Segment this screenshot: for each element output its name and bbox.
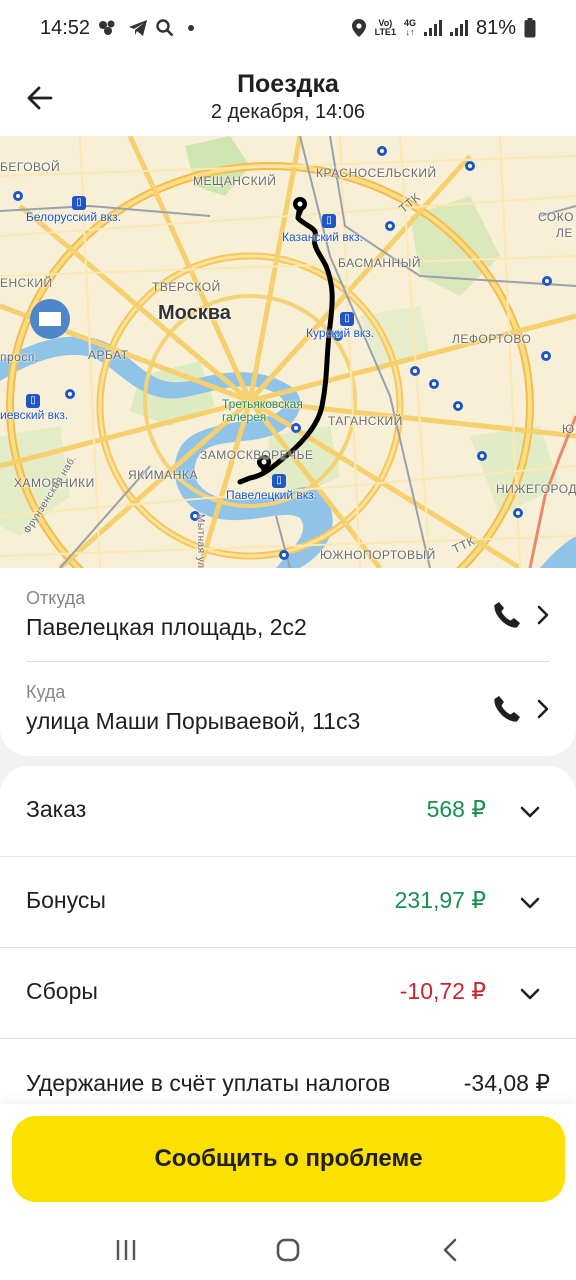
map-label-presnensky: ЕНСКИЙ bbox=[0, 276, 53, 290]
dropoff-address: улица Маши Порываевой, 11с3 bbox=[26, 708, 361, 734]
map-label-tretyakov: Третьяковская галерея bbox=[222, 397, 303, 424]
home-button[interactable] bbox=[268, 1230, 308, 1270]
status-time: 14:52 bbox=[40, 16, 91, 39]
dropoff-label: Куда bbox=[26, 682, 66, 702]
recent-apps-button[interactable] bbox=[106, 1230, 146, 1270]
payment-row-order[interactable]: Заказ 568 ₽ bbox=[0, 766, 576, 857]
payment-row-fees[interactable]: Сборы -10,72 ₽ bbox=[0, 948, 576, 1039]
chevron-right-icon bbox=[537, 605, 549, 625]
map-label-kievsky: иевский вкз. bbox=[0, 408, 69, 422]
chevron-down-icon bbox=[520, 897, 540, 909]
more-notifications-dot bbox=[188, 25, 195, 31]
payment-label: Бонусы bbox=[26, 887, 106, 913]
system-back-button[interactable] bbox=[430, 1230, 470, 1270]
map-label-city: Москва bbox=[158, 302, 231, 324]
map-label-meshchansky: МЕЩАНСКИЙ bbox=[193, 174, 277, 188]
map-label-nizhegorod: НИЖЕГОРОД bbox=[496, 482, 576, 496]
report-problem-button[interactable]: Сообщить о проблеме bbox=[12, 1116, 565, 1202]
back-chevron-icon bbox=[443, 1238, 457, 1262]
battery-icon bbox=[524, 18, 536, 38]
phone-icon bbox=[494, 696, 520, 722]
map-label-basmanny: БАСМАННЫЙ bbox=[338, 256, 421, 270]
map-label-lefort2: ЛЕ bbox=[556, 226, 573, 240]
dropoff-chevron[interactable] bbox=[532, 695, 554, 723]
trip-datetime: 2 декабря, 14:06 bbox=[210, 101, 366, 123]
trip-map[interactable]: МЕЩАНСКИЙ КРАСНОСЕЛЬСКИЙ БЕГОВОЙ ▯ Белор… bbox=[0, 136, 576, 568]
status-bar: 14:52 Vo) LTE1 4G ↓↑ 81% bbox=[0, 0, 576, 56]
chevron-down-icon bbox=[520, 806, 540, 818]
map-label-belorussky: Белорусский вкз. bbox=[26, 210, 121, 224]
pickup-label: Откуда bbox=[26, 588, 86, 608]
map-label-yuzhnoportovy: ЮЖНОПОРТОВЫЙ bbox=[320, 548, 436, 562]
data-indicator: 4G ↓↑ bbox=[403, 18, 416, 37]
recent-apps-icon bbox=[116, 1240, 136, 1260]
map-label-arbat: АРБАТ bbox=[88, 348, 129, 362]
chevron-right-icon bbox=[537, 699, 549, 719]
tax-amount: -34,08 ₽ bbox=[463, 1070, 550, 1096]
battery-percent: 81% bbox=[475, 16, 516, 39]
signal-1-icon bbox=[423, 20, 442, 36]
app-notification-icon bbox=[99, 20, 115, 35]
chevron-down-icon bbox=[520, 988, 540, 1000]
map-label-kazansky: Казанский вкз. bbox=[282, 230, 363, 244]
map-label-kursky: Курский вкз. bbox=[306, 326, 375, 340]
metro-icon: ▯ bbox=[72, 196, 86, 210]
header: Поездка 2 декабря, 14:06 bbox=[0, 56, 576, 136]
divider bbox=[0, 1038, 576, 1039]
payment-label: Сборы bbox=[26, 978, 98, 1004]
location-icon bbox=[351, 19, 366, 37]
map-label-yu: Ю bbox=[562, 422, 575, 436]
expand-button[interactable] bbox=[518, 892, 542, 914]
metro-icon: ▯ bbox=[272, 474, 286, 488]
telegram-icon bbox=[129, 20, 148, 36]
phone-icon bbox=[494, 602, 520, 628]
payment-label: Заказ bbox=[26, 796, 87, 822]
metro-icon: ▯ bbox=[340, 312, 354, 326]
map-label-lefortovo: ЛЕФОРТОВО bbox=[452, 332, 532, 346]
map-label-mytnaya: Мытная ул. bbox=[195, 514, 206, 568]
map-label-zamoskvorechye: ЗАМОСКВОРЕЧЬЕ bbox=[200, 448, 314, 462]
call-dropoff-button[interactable] bbox=[490, 692, 524, 726]
map-label-begovoy: БЕГОВОЙ bbox=[0, 160, 61, 174]
pickup-address: Павелецкая площадь, 2с2 bbox=[26, 614, 307, 640]
page-title: Поездка bbox=[237, 70, 339, 98]
volte-indicator: Vo) LTE1 bbox=[374, 18, 396, 37]
call-pickup-button[interactable] bbox=[490, 598, 524, 632]
map-label-krasnoselsky: КРАСНОСЕЛЬСКИЙ bbox=[316, 166, 437, 180]
system-nav-bar bbox=[0, 1216, 576, 1280]
home-icon bbox=[276, 1238, 300, 1262]
map-label-prosp: просп. bbox=[0, 350, 39, 364]
search-icon bbox=[156, 19, 174, 37]
map-label-tverskoy: ТВЕРСКОЙ bbox=[152, 280, 221, 294]
route-card: Откуда Павелецкая площадь, 2с2 Куда улиц… bbox=[0, 568, 576, 756]
metro-icon: ▯ bbox=[26, 394, 40, 408]
expand-button[interactable] bbox=[518, 983, 542, 1005]
tax-label: Удержание в счёт уплаты налогов bbox=[26, 1070, 391, 1096]
dropoff-row[interactable]: Куда улица Маши Порываевой, 11с3 bbox=[0, 662, 576, 756]
payment-row-bonuses[interactable]: Бонусы 231,97 ₽ bbox=[0, 857, 576, 948]
map-canvas bbox=[0, 136, 576, 568]
bottom-panel: Сообщить о проблеме bbox=[0, 1104, 576, 1280]
metro-icon: ▯ bbox=[322, 214, 336, 228]
payment-amount: 568 ₽ bbox=[426, 796, 486, 822]
map-label-sokol: СОКО bbox=[538, 210, 574, 224]
expand-button[interactable] bbox=[518, 801, 542, 823]
map-label-yakimanka: ЯКИМАНКА bbox=[128, 468, 198, 482]
payment-amount: -10,72 ₽ bbox=[399, 978, 486, 1004]
pickup-chevron[interactable] bbox=[532, 601, 554, 629]
payment-amount: 231,97 ₽ bbox=[394, 887, 486, 913]
map-label-paveletsky: Павелецкий вкз. bbox=[226, 488, 317, 502]
map-label-tagansky: ТАГАНСКИЙ bbox=[328, 414, 403, 428]
signal-2-icon bbox=[449, 20, 468, 36]
pickup-row[interactable]: Откуда Павелецкая площадь, 2с2 bbox=[0, 568, 576, 662]
